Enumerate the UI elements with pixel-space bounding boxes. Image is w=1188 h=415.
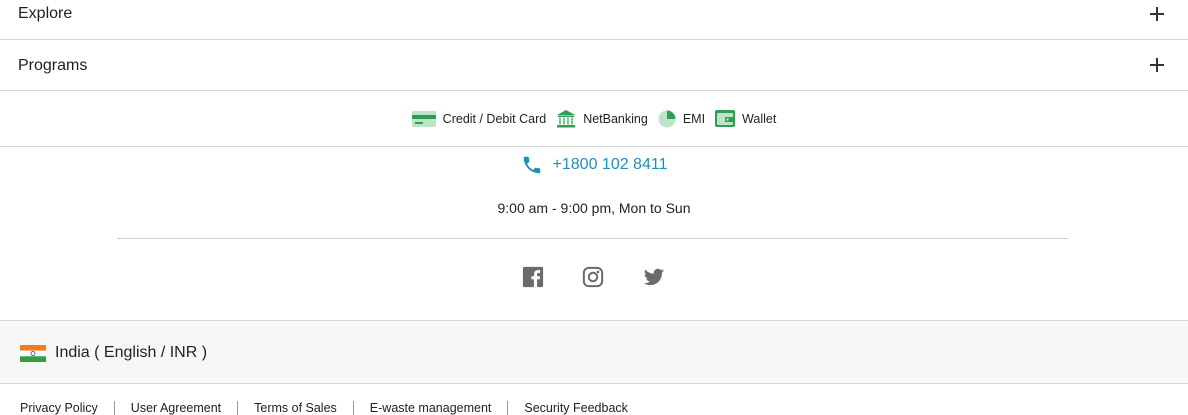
instagram-icon[interactable] <box>582 266 606 290</box>
card-icon <box>411 110 436 127</box>
accordion-label-explore: Explore <box>18 5 73 22</box>
payment-wallet: Wallet <box>715 110 776 127</box>
payment-netbanking: NetBanking <box>556 109 648 129</box>
payment-methods: Credit / Debit Card NetBanking EMI Walle… <box>0 91 1188 147</box>
phone-contact: +1800 102 8411 <box>0 153 1188 177</box>
accordion-programs[interactable]: Programs <box>0 40 1188 91</box>
payment-label: Credit / Debit Card <box>442 111 547 126</box>
phone-icon <box>523 156 540 174</box>
plus-icon[interactable] <box>1150 58 1164 72</box>
payment-label: NetBanking <box>583 111 648 126</box>
plus-icon[interactable] <box>1150 7 1164 21</box>
locale-label: India ( English / INR ) <box>55 344 208 361</box>
wallet-icon <box>715 110 736 127</box>
social-links <box>0 266 1188 290</box>
locale-selector[interactable]: India ( English / INR ) <box>0 320 1188 384</box>
divider <box>117 238 1068 239</box>
bank-icon <box>557 109 576 127</box>
facebook-icon[interactable] <box>522 266 546 290</box>
payment-card: Credit / Debit Card <box>411 110 547 127</box>
accordion-label-programs: Programs <box>18 57 88 74</box>
payment-label: EMI <box>682 111 706 126</box>
accordion-explore[interactable]: Explore <box>0 0 1188 40</box>
twitter-icon[interactable] <box>642 266 666 290</box>
phone-number-link[interactable]: +1800 102 8411 <box>553 156 668 174</box>
payment-label: Wallet <box>742 111 777 126</box>
payment-emi: EMI <box>658 110 705 128</box>
emi-icon <box>658 110 676 127</box>
support-hours: 9:00 am - 9:00 pm, Mon to Sun <box>497 200 691 216</box>
india-flag-icon <box>20 345 46 362</box>
